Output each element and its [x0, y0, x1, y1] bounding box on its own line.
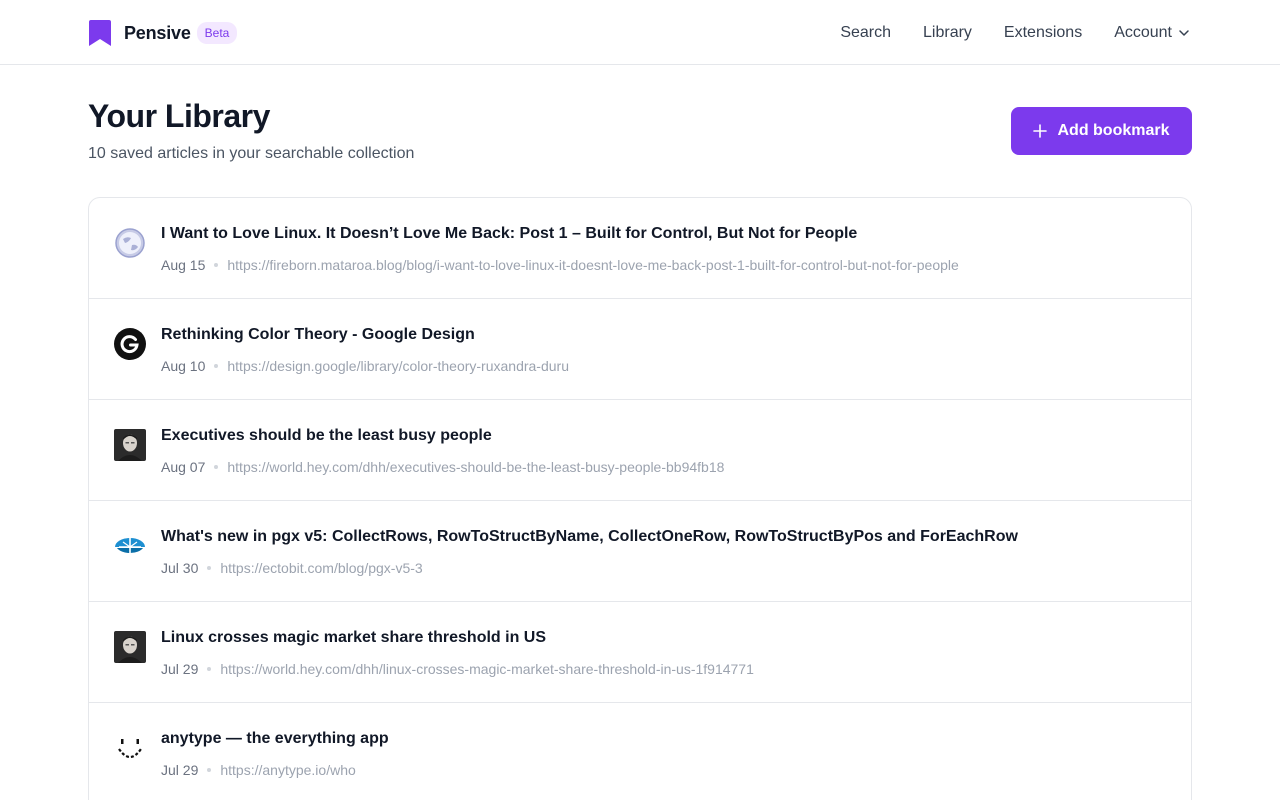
- separator-dot: [207, 667, 212, 671]
- bookmark-row[interactable]: What's new in pgx v5: CollectRows, RowTo…: [89, 501, 1191, 602]
- add-bookmark-label: Add bookmark: [1057, 122, 1170, 139]
- account-menu[interactable]: Account: [1114, 24, 1190, 42]
- nav-extensions[interactable]: Extensions: [1004, 24, 1082, 42]
- top-navigation-bar: Pensive Beta Search Library Extensions A…: [0, 0, 1280, 65]
- bookmark-meta: Aug 10 https://design.google/library/col…: [161, 357, 569, 375]
- bookmark-date: Jul 29: [161, 661, 199, 677]
- chevron-down-icon: [1179, 30, 1189, 36]
- author-avatar-icon: [113, 630, 147, 664]
- bookmark-title[interactable]: anytype — the everything app: [161, 729, 389, 749]
- account-label: Account: [1114, 24, 1172, 41]
- bookmark-meta: Aug 15 https://fireborn.mataroa.blog/blo…: [161, 256, 959, 274]
- bookmark-meta: Jul 29 https://world.hey.com/dhh/linux-c…: [161, 660, 754, 678]
- globe-icon: [113, 226, 147, 260]
- nav-search[interactable]: Search: [840, 24, 891, 42]
- ectobit-logo-icon: [113, 529, 147, 563]
- bookmark-row[interactable]: Executives should be the least busy peop…: [89, 400, 1191, 501]
- beta-badge: Beta: [196, 22, 238, 44]
- bookmark-logo-icon: [89, 20, 111, 46]
- bookmark-url[interactable]: https://world.hey.com/dhh/executives-sho…: [227, 458, 724, 476]
- brand-name: Pensive: [124, 22, 191, 43]
- bookmark-title[interactable]: I Want to Love Linux. It Doesn’t Love Me…: [161, 224, 857, 244]
- separator-dot: [214, 465, 219, 469]
- plus-icon: [1033, 124, 1048, 138]
- bookmark-title[interactable]: Executives should be the least busy peop…: [161, 426, 492, 446]
- bookmark-date: Jul 29: [161, 762, 199, 778]
- bookmark-meta: Jul 29 https://anytype.io/who: [161, 761, 356, 779]
- main-nav: Search Library Extensions Account: [840, 20, 1190, 46]
- bookmark-meta: Aug 07 https://world.hey.com/dhh/executi…: [161, 458, 724, 476]
- bookmark-url[interactable]: https://design.google/library/color-theo…: [227, 357, 569, 375]
- separator-dot: [214, 364, 219, 368]
- separator-dot: [207, 768, 212, 772]
- bookmark-url[interactable]: https://anytype.io/who: [220, 761, 355, 779]
- bookmark-date: Aug 10: [161, 358, 206, 374]
- brand[interactable]: Pensive Beta: [89, 20, 238, 46]
- page-title: Your Library: [88, 98, 270, 134]
- bookmark-row[interactable]: Linux crosses magic market share thresho…: [89, 602, 1191, 703]
- google-g-icon: [113, 327, 147, 361]
- bookmark-date: Jul 30: [161, 560, 199, 576]
- bookmark-url[interactable]: https://world.hey.com/dhh/linux-crosses-…: [220, 660, 754, 678]
- page-subtitle: 10 saved articles in your searchable col…: [88, 145, 415, 162]
- bookmark-row[interactable]: anytype — the everything app Jul 29 http…: [89, 703, 1191, 800]
- bookmark-date: Aug 07: [161, 459, 206, 475]
- bookmark-title[interactable]: Linux crosses magic market share thresho…: [161, 628, 546, 648]
- bookmark-title[interactable]: What's new in pgx v5: CollectRows, RowTo…: [161, 527, 1018, 547]
- bookmark-title[interactable]: Rethinking Color Theory - Google Design: [161, 325, 475, 345]
- bookmark-date: Aug 15: [161, 257, 206, 273]
- separator-dot: [214, 263, 219, 267]
- bookmark-row[interactable]: Rethinking Color Theory - Google Design …: [89, 299, 1191, 400]
- bookmark-list: I Want to Love Linux. It Doesn’t Love Me…: [88, 197, 1192, 800]
- separator-dot: [207, 566, 212, 570]
- bookmark-row[interactable]: I Want to Love Linux. It Doesn’t Love Me…: [89, 198, 1191, 299]
- anytype-smile-icon: [113, 731, 147, 765]
- add-bookmark-button[interactable]: Add bookmark: [1011, 107, 1192, 155]
- author-avatar-icon: [113, 428, 147, 462]
- bookmark-url[interactable]: https://ectobit.com/blog/pgx-v5-3: [220, 559, 422, 577]
- bookmark-meta: Jul 30 https://ectobit.com/blog/pgx-v5-3: [161, 559, 423, 577]
- bookmark-url[interactable]: https://fireborn.mataroa.blog/blog/i-wan…: [227, 256, 958, 274]
- nav-library[interactable]: Library: [923, 24, 972, 42]
